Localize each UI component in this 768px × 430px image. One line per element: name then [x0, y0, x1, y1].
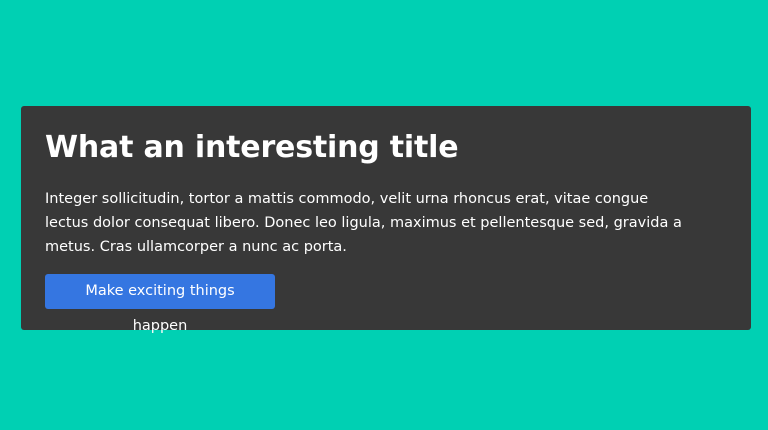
card-title: What an interesting title [45, 130, 459, 165]
make-exciting-things-happen-button[interactable]: Make exciting things happen [45, 274, 275, 334]
page-background: What an interesting title Integer sollic… [0, 0, 768, 430]
content-card: What an interesting title Integer sollic… [21, 106, 751, 334]
card-body-text: Integer sollicitudin, tortor a mattis co… [45, 191, 682, 255]
